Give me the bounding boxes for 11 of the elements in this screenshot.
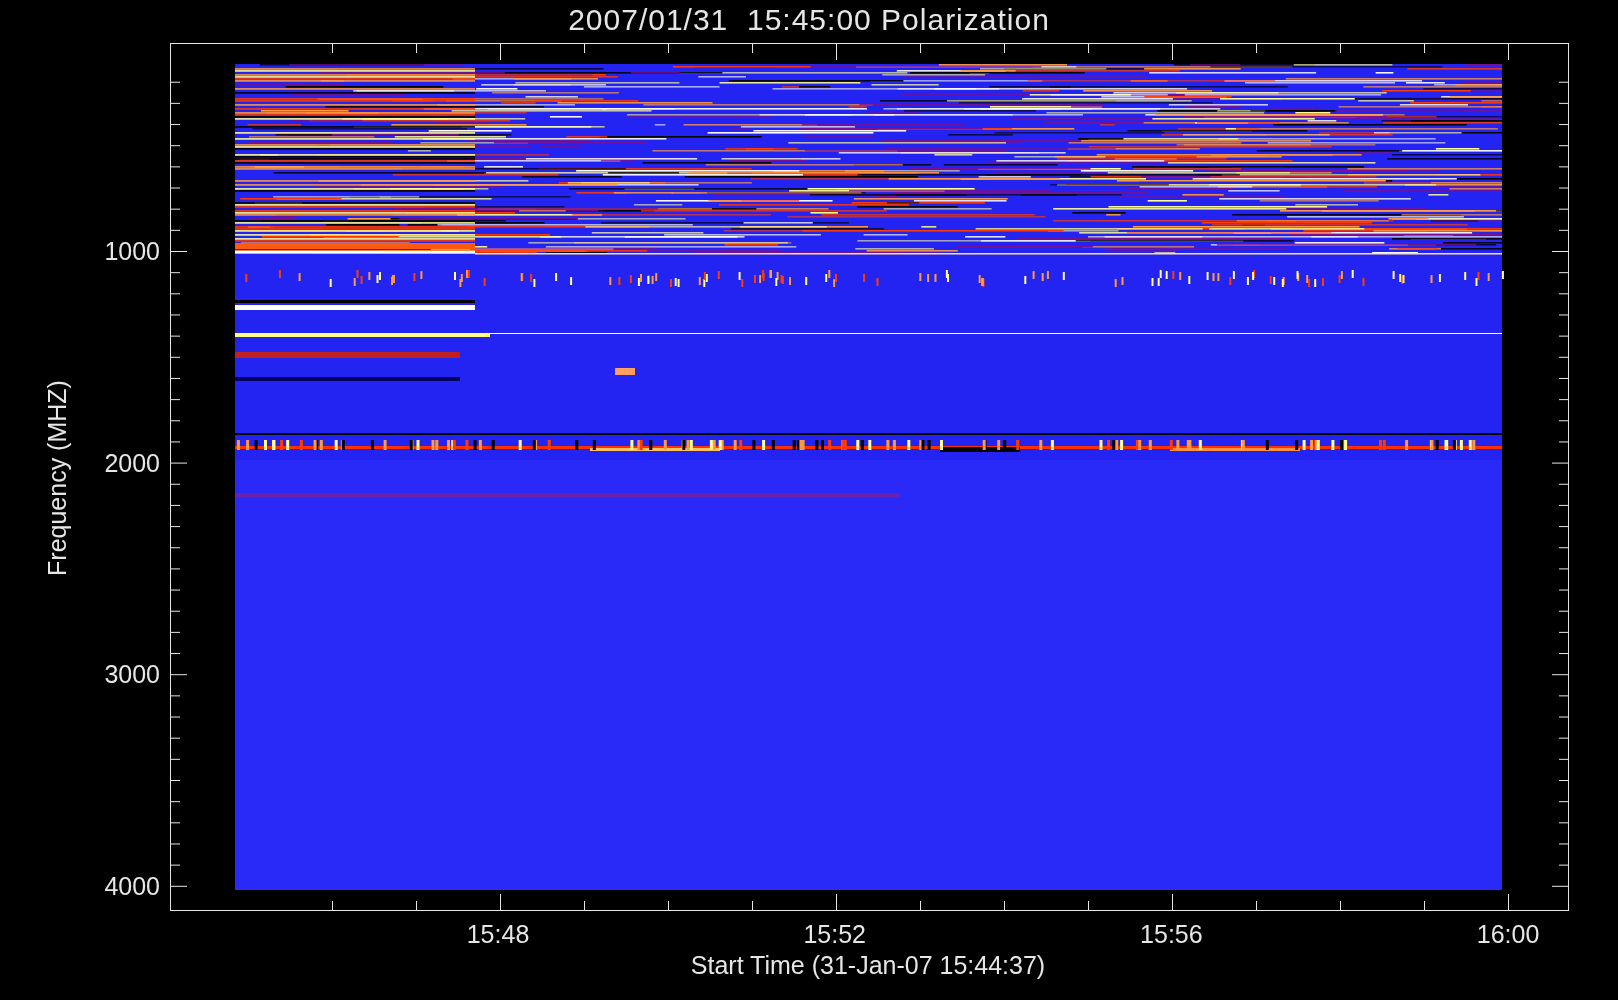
- axis-title: Start Time (31-Jan-07 15:44:37): [690, 951, 1046, 979]
- axis-tick-label: 4000: [104, 871, 160, 900]
- axis-tick-label: 15:56: [1140, 920, 1203, 948]
- axis-tick-label: 15:48: [466, 920, 530, 948]
- axis-tick-label: 1000: [104, 237, 160, 265]
- axis-tick-label: 3000: [104, 660, 160, 689]
- axis-title: Frequency (MHZ): [43, 380, 71, 576]
- axis-tick-label: 16:00: [1476, 920, 1540, 948]
- axis-tick-label: 2000: [104, 448, 160, 477]
- chart-title: 2007/01/31 15:45:00 Polarization: [568, 3, 1050, 37]
- axis-tick-label: 15:52: [803, 920, 866, 948]
